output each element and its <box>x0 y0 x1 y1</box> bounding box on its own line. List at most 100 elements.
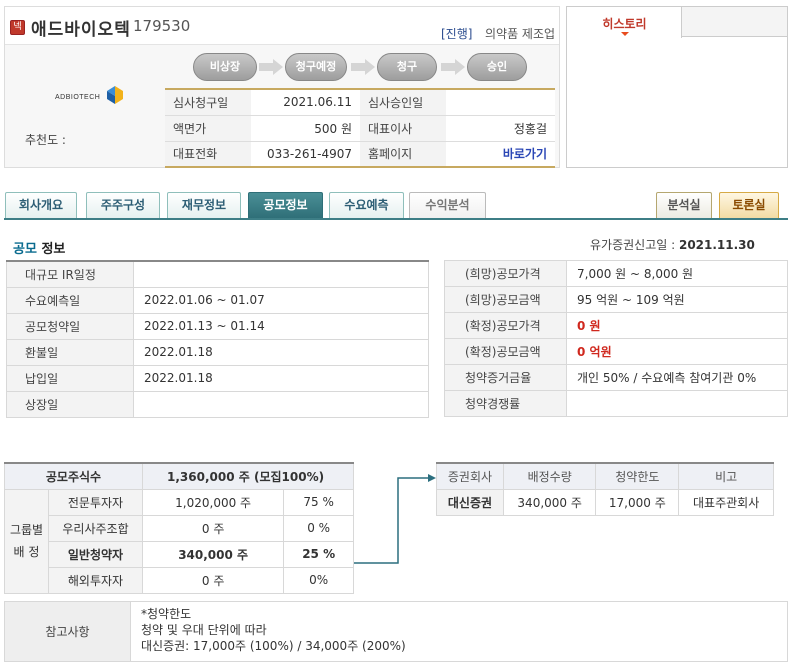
tab-divider <box>4 218 788 220</box>
row-value: 2022.01.13 ~ 01.14 <box>133 312 429 340</box>
info-label: 대표이사 <box>359 115 447 142</box>
step-arrow-icon <box>351 59 375 75</box>
row-value: 2022.01.06 ~ 01.07 <box>133 286 429 314</box>
logo-text: ADBIOTECH <box>55 94 101 101</box>
notes-line: 대신증권: 17,000주 (100%) / 34,000주 (200%) <box>141 639 406 653</box>
notes-label: 참고사항 <box>4 601 131 662</box>
section-title-rest: 정보 <box>36 242 66 257</box>
company-code: 179530 <box>133 17 191 35</box>
table-row: 환불일 2022.01.18 <box>6 338 429 366</box>
status-label: [진행] <box>441 27 473 41</box>
title-bar: 넥 애드바이오텍 179530 [진행] 의약품 제조업 <box>5 7 559 45</box>
step-arrow-icon <box>259 59 283 75</box>
table-row: 해외투자자 0 주 0% <box>5 566 354 594</box>
broker-name: 대신증권 <box>436 488 504 516</box>
row-shares: 340,000 주 <box>141 540 285 568</box>
tab-financials[interactable]: 재무정보 <box>167 192 241 218</box>
notes-line: *청약한도 <box>141 607 192 621</box>
group-allocation-label: 그룹별배 정 <box>4 488 49 594</box>
allocation-table: 공모주식수 1,360,000 주 (모집100%) 그룹별 배 정 전문투자자 … <box>4 462 354 594</box>
notice-date-value: 2021.11.30 <box>678 238 755 252</box>
column-header: 배정수량 <box>502 462 597 490</box>
tab-discussion-room[interactable]: 토론실 <box>719 192 779 218</box>
table-row: (희망)공모가격 7,000 원 ~ 8,000 원 <box>444 260 788 287</box>
broker-limit: 17,000 주 <box>595 488 680 516</box>
row-percent: 0 % <box>283 514 354 542</box>
row-value: 개인 50% / 수요예측 참여기관 0% <box>566 364 788 391</box>
tab-shareholders[interactable]: 주주구성 <box>86 192 160 218</box>
row-shares: 0 주 <box>141 514 285 542</box>
row-label: 대규모 IR일정 <box>6 260 134 288</box>
row-label: 납입일 <box>6 364 134 392</box>
homepage-link[interactable]: 바로가기 <box>446 141 555 168</box>
table-row: 대표전화 033-261-4907 홈페이지 바로가기 <box>165 141 555 168</box>
table-row: 대신증권 340,000 주 17,000 주 대표주관회사 <box>436 488 774 516</box>
row-label: 청약경쟁률 <box>444 390 567 417</box>
group-label-line2: 배 정 <box>13 545 40 559</box>
table-row: (희망)공모금액 95 억원 ~ 109 억원 <box>444 286 788 313</box>
table-row: (확정)공모가격 0 원 <box>444 312 788 339</box>
table-row: 수요예측일 2022.01.06 ~ 01.07 <box>6 286 429 314</box>
row-label: 청약증거금율 <box>444 364 567 391</box>
notes-table: 참고사항 *청약한도 청약 및 우대 단위에 따라 대신증권: 17,000주 … <box>4 601 788 662</box>
row-value: 2022.01.18 <box>133 364 429 392</box>
tab-company-overview[interactable]: 회사개요 <box>5 192 77 218</box>
tab-return-analysis[interactable]: 수익분석 <box>409 192 486 218</box>
recommend-label: 추천도 : <box>25 133 66 147</box>
table-row: (확정)공모금액 0 억원 <box>444 338 788 365</box>
notice-date-label: 유가증권신고일 : <box>590 238 676 252</box>
step-filing: 청구 <box>377 53 437 81</box>
row-value: 0 원 <box>566 312 788 339</box>
company-logo: ADBIOTECH <box>55 85 127 109</box>
info-value: 2021.06.11 <box>251 88 360 116</box>
table-row: 공모주식수 1,360,000 주 (모집100%) <box>4 462 354 490</box>
schedule-table: 대규모 IR일정 수요예측일 2022.01.06 ~ 01.07 공모청약일 20… <box>6 260 429 418</box>
row-label: 일반청약자 <box>48 540 143 568</box>
step-unlisted: 비상장 <box>193 53 257 81</box>
info-label: 대표전화 <box>165 141 252 168</box>
info-label: 홈페이지 <box>359 141 447 168</box>
total-shares-value: 1,360,000 주 (모집100%) <box>142 462 354 490</box>
market-badge: 넥 <box>10 20 25 35</box>
notes-text: *청약한도 청약 및 우대 단위에 따라 대신증권: 17,000주 (100%… <box>130 601 788 662</box>
row-label: 해외투자자 <box>48 566 143 594</box>
tab-ipo-info[interactable]: 공모정보 <box>248 192 323 218</box>
row-value: 95 억원 ~ 109 억원 <box>566 286 788 313</box>
table-row: 청약증거금율 개인 50% / 수요예측 참여기관 0% <box>444 364 788 391</box>
row-value: 2022.01.18 <box>133 338 429 366</box>
group-label-line1: 그룹별 <box>9 523 44 537</box>
connector-arrow-icon <box>354 474 436 564</box>
notes-line: 청약 및 우대 단위에 따라 <box>141 623 267 637</box>
info-label: 액면가 <box>165 115 252 142</box>
row-label: (확정)공모가격 <box>444 312 567 339</box>
step-arrow-icon <box>441 59 465 75</box>
row-percent: 0% <box>283 566 354 594</box>
row-label: (희망)공모금액 <box>444 286 567 313</box>
info-value: 정홍걸 <box>446 115 555 142</box>
row-value: 7,000 원 ~ 8,000 원 <box>566 260 788 287</box>
step-pre-filing: 청구예정 <box>285 53 347 81</box>
company-header: 넥 애드바이오텍 179530 [진행] 의약품 제조업 ADBIOTECH 추… <box>4 6 560 168</box>
broker-qty: 340,000 주 <box>502 488 597 516</box>
table-row: 증권회사 배정수량 청약한도 비고 <box>436 462 774 490</box>
table-row: 그룹별 배 정 전문투자자 1,020,000 주 75 % <box>4 488 354 594</box>
row-percent: 25 % <box>283 540 354 568</box>
notice-date: 유가증권신고일 : 2021.11.30 <box>590 236 755 253</box>
company-info-table: 심사청구일 2021.06.11 심사승인일 액면가 500 원 대표이사 정홍… <box>165 88 555 168</box>
tab-history[interactable]: 히스토리 <box>567 7 682 38</box>
company-name: 애드바이오텍 <box>31 20 131 40</box>
row-label: 우리사주조합 <box>48 514 143 542</box>
row-shares: 0 주 <box>141 566 285 594</box>
history-tab-label: 히스토리 <box>602 17 647 31</box>
table-row: 일반청약자 340,000 주 25 % <box>5 540 354 568</box>
info-label: 심사승인일 <box>359 88 447 116</box>
row-label: 상장일 <box>6 390 134 418</box>
row-shares: 1,020,000 주 <box>141 488 285 516</box>
history-panel: 히스토리 <box>566 6 788 168</box>
row-label: 수요예측일 <box>6 286 134 314</box>
tab-analysis-room[interactable]: 분석실 <box>656 192 712 218</box>
row-percent: 75 % <box>283 488 354 516</box>
total-shares-label: 공모주식수 <box>4 462 143 490</box>
section-title-highlight: 공모 <box>13 242 37 257</box>
tab-demand-forecast[interactable]: 수요예측 <box>329 192 404 218</box>
